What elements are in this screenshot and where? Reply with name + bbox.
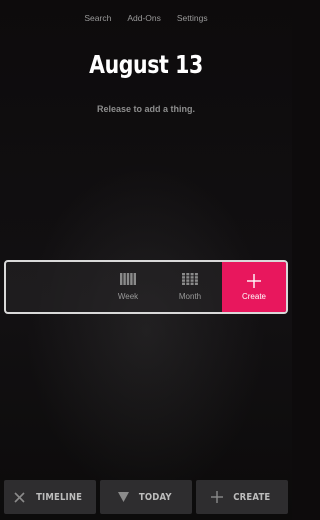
month-grid-icon	[182, 273, 198, 285]
timeline-label: TIMELINE	[35, 491, 83, 503]
week-grid-icon	[120, 273, 136, 285]
triangle-down-icon	[117, 492, 129, 502]
month-label: Month	[178, 292, 202, 301]
create-label: Create	[241, 291, 266, 301]
create-button[interactable]: Create	[222, 262, 286, 312]
today-button[interactable]: TODAY	[100, 480, 192, 514]
bottom-create-button[interactable]: CREATE	[196, 480, 288, 514]
nav-search[interactable]: Search	[84, 13, 111, 23]
bottom-create-label: CREATE	[232, 491, 271, 503]
top-nav: Search Add-Ons Settings	[0, 13, 292, 23]
timeline-button[interactable]: TIMELINE	[4, 480, 96, 514]
close-x-icon	[14, 491, 25, 503]
plus-icon	[210, 491, 223, 503]
week-view-button[interactable]: Week	[100, 262, 156, 312]
today-label: TODAY	[138, 491, 172, 503]
nav-settings[interactable]: Settings	[177, 13, 208, 23]
month-view-button[interactable]: Month	[162, 262, 218, 312]
view-switch-panel: Week Month Create	[4, 260, 288, 314]
week-label: Week	[117, 292, 139, 301]
release-hint: Release to add a thing.	[96, 104, 196, 114]
plus-icon	[247, 273, 261, 288]
bottom-toolbar: TIMELINE TODAY CREATE	[4, 480, 288, 514]
date-title: August 13	[89, 50, 203, 79]
nav-add-ons[interactable]: Add-Ons	[127, 13, 161, 23]
